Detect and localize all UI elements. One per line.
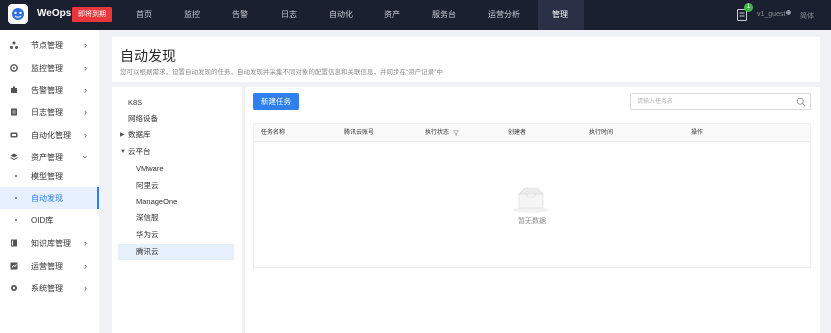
- task-panel: 新建任务 任务名称 腾讯云账号 执行状态 创建者 执行时间 操作 暂无数据: [245, 87, 820, 333]
- nav-monitor[interactable]: 监控: [184, 0, 200, 30]
- sidebar-item-knowledge[interactable]: 知识库管理 ›: [0, 232, 99, 254]
- nav-asset[interactable]: 资产: [384, 0, 400, 30]
- category-tree: K8S 网络设备 ▶ 数据库 ▼ 云平台 VMware 阿里云 ManageOn…: [112, 87, 242, 333]
- nav-home[interactable]: 首页: [136, 0, 152, 30]
- chevron-right-icon: ›: [84, 40, 87, 50]
- logo-icon: [12, 8, 24, 20]
- nav-service-desk[interactable]: 服务台: [432, 0, 456, 30]
- nav-alarm[interactable]: 告警: [232, 0, 248, 30]
- bullet-icon: [15, 197, 17, 199]
- nav-log[interactable]: 日志: [281, 0, 297, 30]
- chevron-right-icon: ›: [84, 107, 87, 117]
- bullet-icon: [15, 219, 17, 221]
- sidebar-item-monitor[interactable]: 监控管理 ›: [0, 57, 99, 79]
- top-navbar: WeOps 即将到期 首页 监控 告警 日志 自动化 资产 服务台 运营分析 管…: [0, 0, 831, 30]
- tree-node-tencent-cloud[interactable]: 腾讯云: [118, 244, 234, 260]
- asset-icon: [10, 153, 18, 161]
- log-icon: [11, 108, 17, 116]
- knowledge-icon: [11, 239, 17, 247]
- page-header: 自动发现 您可以根据需求，设置自动发现的任务，自动发现并采集不同对象的配置信息和…: [112, 37, 820, 82]
- sidebar-item-label: 系统管理: [31, 283, 63, 293]
- chevron-right-icon: ›: [84, 130, 87, 140]
- sidebar-sub-oid[interactable]: OID库: [0, 209, 99, 231]
- tree-node-aliyun[interactable]: 阿里云: [136, 178, 159, 194]
- empty-text: 暂无数据: [518, 218, 546, 225]
- sidebar-sub-auto-discovery[interactable]: 自动发现: [0, 187, 99, 209]
- sidebar-item-label: 知识库管理: [31, 238, 71, 248]
- column-actions: 操作: [691, 130, 704, 136]
- sidebar-item-operation[interactable]: 运营管理 ›: [0, 255, 99, 277]
- sidebar-item-log[interactable]: 日志管理 ›: [0, 101, 99, 123]
- nav-automation[interactable]: 自动化: [329, 0, 353, 30]
- sidebar-item-automation[interactable]: 自动化管理 ›: [0, 124, 99, 146]
- sidebar-sub-label: OID库: [31, 216, 54, 225]
- expiry-badge[interactable]: 即将到期: [72, 7, 112, 22]
- empty-box-icon: [513, 187, 549, 213]
- nav-operation-analysis[interactable]: 运营分析: [488, 0, 520, 30]
- tree-node-sangfor[interactable]: 深信服: [136, 210, 159, 226]
- user-name[interactable]: v1_guest: [757, 11, 785, 18]
- sidebar-item-label: 告警管理: [31, 85, 63, 95]
- sidebar-item-label: 节点管理: [31, 40, 63, 50]
- automation-icon: [10, 132, 18, 138]
- tree-node-huawei-cloud[interactable]: 华为云: [136, 227, 159, 243]
- tree-node-vmware[interactable]: VMware: [136, 161, 164, 177]
- table-header: 任务名称 腾讯云账号 执行状态 创建者 执行时间 操作: [254, 124, 810, 142]
- monitor-icon: [10, 64, 18, 72]
- sidebar-item-label: 资产管理: [31, 152, 63, 162]
- brand-name: WeOps: [37, 8, 72, 19]
- search-input[interactable]: [637, 97, 787, 107]
- column-creator: 创建者: [508, 130, 527, 136]
- sidebar-sub-label: 自动发现: [31, 194, 63, 203]
- tree-node-manageone[interactable]: ManageOne: [136, 194, 177, 210]
- sidebar-item-alarm[interactable]: 告警管理 ›: [0, 79, 99, 101]
- sidebar-item-label: 监控管理: [31, 63, 63, 73]
- operation-icon: [10, 262, 18, 270]
- page-title: 自动发现: [120, 48, 176, 64]
- bullet-icon: [15, 175, 17, 177]
- column-account: 腾讯云账号: [344, 130, 375, 136]
- column-exec-time: 执行时间: [589, 130, 614, 136]
- gear-icon: [11, 285, 17, 291]
- sidebar-sub-label: 模型管理: [31, 172, 63, 181]
- node-icon: [10, 41, 18, 49]
- chevron-right-icon: ›: [84, 238, 87, 248]
- new-task-button[interactable]: 新建任务: [253, 93, 299, 110]
- tree-node-database[interactable]: 数据库: [128, 127, 151, 143]
- tree-node-cloud-platform[interactable]: 云平台: [128, 144, 151, 160]
- weops-logo[interactable]: [8, 4, 28, 24]
- chevron-right-icon: ›: [84, 283, 87, 293]
- sidebar-sub-model[interactable]: 模型管理: [0, 165, 99, 187]
- search-box: [630, 93, 811, 110]
- chevron-right-icon: ›: [84, 63, 87, 73]
- alarm-icon: [11, 86, 17, 93]
- task-table: 任务名称 腾讯云账号 执行状态 创建者 执行时间 操作 暂无数据: [253, 123, 811, 268]
- caret-right-icon[interactable]: ▶: [120, 127, 125, 143]
- sidebar: 节点管理 › 监控管理 › 告警管理 › 日志管理 › 自动化管理 › 资产管理…: [0, 30, 99, 333]
- column-status: 执行状态: [425, 130, 450, 136]
- chevron-right-icon: ›: [84, 261, 87, 271]
- sidebar-item-system[interactable]: 系统管理 ›: [0, 277, 99, 299]
- info-icon[interactable]: [786, 10, 791, 15]
- caret-down-icon[interactable]: ▼: [120, 144, 126, 160]
- tree-node-network-device[interactable]: 网络设备: [128, 111, 158, 127]
- search-icon[interactable]: [796, 97, 806, 107]
- language-switch[interactable]: 简体: [800, 11, 814, 21]
- chevron-down-icon: ›: [80, 155, 91, 159]
- sidebar-item-label: 日志管理: [31, 107, 63, 117]
- sidebar-item-label: 运营管理: [31, 261, 63, 271]
- tree-node-k8s[interactable]: K8S: [128, 95, 142, 111]
- nav-management[interactable]: 管理: [552, 0, 568, 30]
- notification-badge: 1: [744, 3, 753, 12]
- sidebar-item-node[interactable]: 节点管理 ›: [0, 34, 99, 56]
- chevron-right-icon: ›: [84, 85, 87, 95]
- column-task-name: 任务名称: [261, 130, 286, 136]
- sidebar-item-label: 自动化管理: [31, 130, 71, 140]
- page-description: 您可以根据需求，设置自动发现的任务，自动发现并采集不同对象的配置信息和关联信息，…: [120, 69, 443, 76]
- filter-icon[interactable]: [453, 130, 459, 136]
